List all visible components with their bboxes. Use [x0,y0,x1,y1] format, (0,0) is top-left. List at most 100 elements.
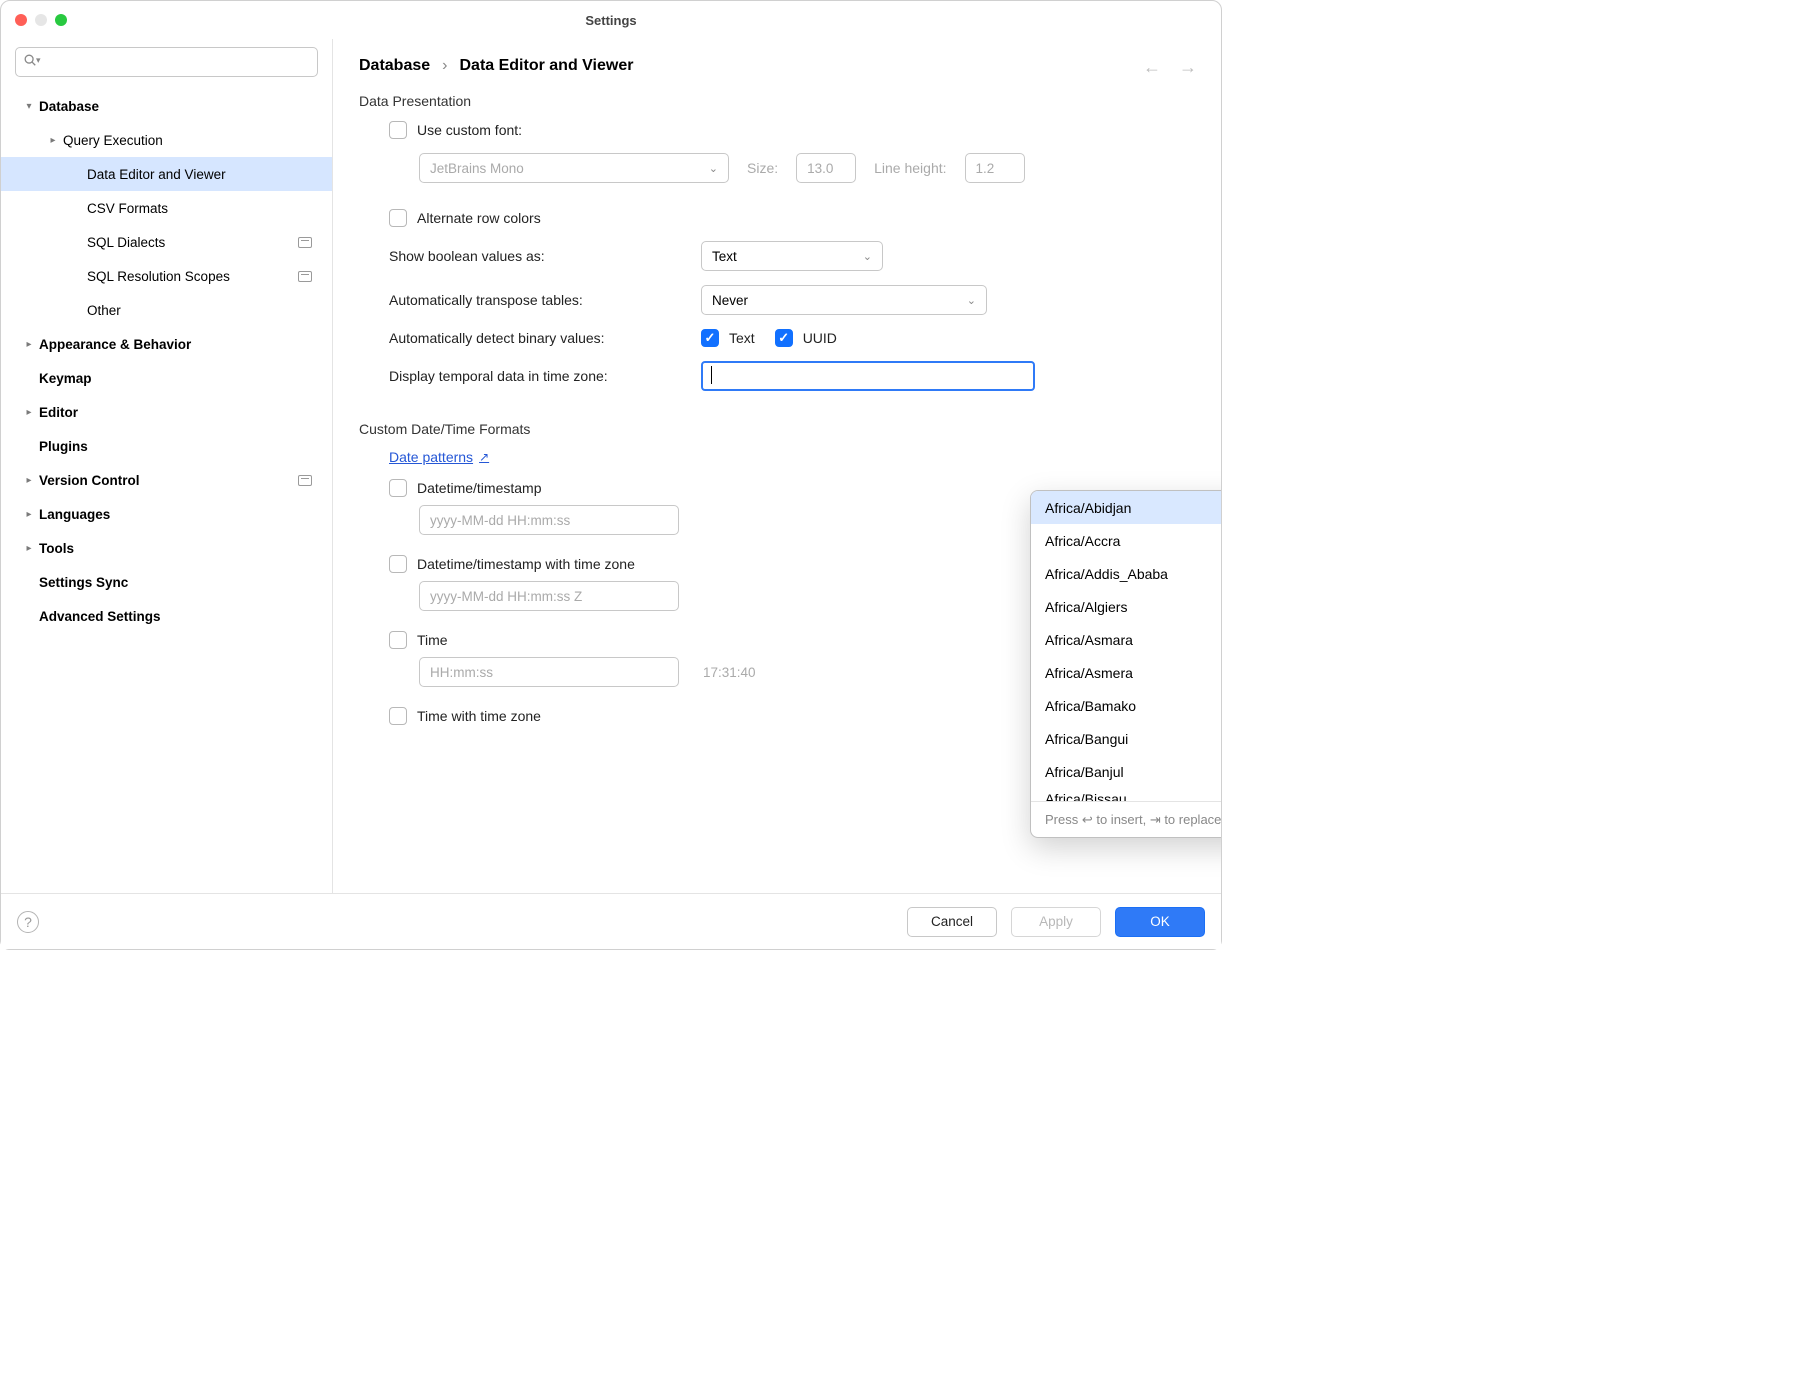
show-boolean-select[interactable]: Text ⌄ [701,241,883,271]
settings-tree: ▾Database▸Query Execution Data Editor and… [1,85,332,893]
format-pattern-input[interactable]: yyyy-MM-dd HH:mm:ss Z [419,581,679,611]
window-controls [15,14,67,26]
sidebar-item-version-control[interactable]: ▸Version Control [1,463,332,497]
disclosure-arrow-icon: ▸ [21,475,37,486]
breadcrumb: Database › Data Editor and Viewer [359,57,1195,75]
disclosure-arrow-icon: ▸ [21,407,37,418]
sidebar-item-label: Settings Sync [37,575,128,590]
show-boolean-label: Show boolean values as: [389,248,701,264]
sidebar-item-label: Keymap [37,371,92,386]
sidebar-item-label: Appearance & Behavior [37,337,191,352]
format-checkbox[interactable] [389,707,407,725]
timezone-option[interactable]: Africa/Bamako [1031,689,1221,722]
sidebar-item-sql-resolution-scopes[interactable]: SQL Resolution Scopes [1,259,332,293]
sidebar-item-editor[interactable]: ▸Editor [1,395,332,429]
back-button[interactable]: ← [1143,57,1161,78]
sidebar-item-label: Plugins [37,439,88,454]
sidebar-item-languages[interactable]: ▸Languages [1,497,332,531]
titlebar: Settings [1,1,1221,39]
search-icon: ▾ [23,53,41,67]
cancel-button[interactable]: Cancel [907,907,997,937]
breadcrumb-root[interactable]: Database [359,57,430,75]
timezone-option[interactable]: Africa/Bangui [1031,722,1221,755]
transpose-select[interactable]: Never ⌄ [701,285,987,315]
help-button[interactable]: ? [17,911,39,933]
sidebar-item-label: CSV Formats [85,201,168,216]
use-custom-font-label: Use custom font: [417,122,522,138]
ok-button[interactable]: OK [1115,907,1205,937]
timezone-option[interactable]: Africa/Asmara [1031,623,1221,656]
scope-indicator-icon [298,475,312,486]
sidebar-item-other[interactable]: Other [1,293,332,327]
detect-binary-label: Automatically detect binary values: [389,330,701,346]
sidebar-item-settings-sync[interactable]: Settings Sync [1,565,332,599]
scope-indicator-icon [298,271,312,282]
timezone-option[interactable]: Africa/Addis_Ababa [1031,557,1221,590]
sidebar-item-query-execution[interactable]: ▸Query Execution [1,123,332,157]
sidebar-item-label: Version Control [37,473,140,488]
section-custom-formats: Custom Date/Time Formats [359,421,1195,437]
format-label: Time [417,632,448,648]
sidebar-item-label: SQL Dialects [85,235,165,250]
history-nav: ← → [1143,57,1197,78]
settings-content: ← → Database › Data Editor and Viewer Da… [333,39,1221,893]
sidebar-item-appearance-behavior[interactable]: ▸Appearance & Behavior [1,327,332,361]
text-cursor [711,366,712,384]
settings-sidebar: ▾ ▾Database▸Query Execution Data Editor a… [1,39,333,893]
dropdown-hint: Press ↩ to insert, ⇥ to replace ⋮ [1031,801,1221,837]
forward-button[interactable]: → [1179,57,1197,78]
search-input[interactable] [15,47,318,77]
breadcrumb-leaf: Data Editor and Viewer [459,57,633,75]
zoom-window-button[interactable] [55,14,67,26]
sidebar-item-plugins[interactable]: Plugins [1,429,332,463]
format-label: Datetime/timestamp [417,480,541,496]
timezone-option[interactable]: Africa/Banjul [1031,755,1221,788]
alternate-row-colors-checkbox[interactable] [389,209,407,227]
date-patterns-link[interactable]: Date patterns ↗ [389,449,489,465]
disclosure-arrow-icon: ▸ [21,543,37,554]
chevron-down-icon: ⌄ [863,250,872,263]
sidebar-item-label: Editor [37,405,78,420]
sidebar-item-label: Tools [37,541,74,556]
format-pattern-input[interactable]: HH:mm:ss [419,657,679,687]
font-size-input[interactable]: 13.0 [796,153,856,183]
sidebar-item-label: Other [85,303,121,318]
detect-uuid-checkbox[interactable] [775,329,793,347]
format-checkbox[interactable] [389,631,407,649]
sidebar-item-keymap[interactable]: Keymap [1,361,332,395]
timezone-option[interactable]: Africa/Abidjan [1031,491,1221,524]
sidebar-item-csv-formats[interactable]: CSV Formats [1,191,332,225]
timezone-option[interactable]: Africa/Asmera [1031,656,1221,689]
timezone-option[interactable]: Africa/Bissau [1031,788,1221,801]
format-checkbox[interactable] [389,479,407,497]
sidebar-item-label: Data Editor and Viewer [85,167,226,182]
sidebar-item-database[interactable]: ▾Database [1,89,332,123]
chevron-down-icon: ⌄ [967,294,976,307]
sidebar-item-sql-dialects[interactable]: SQL Dialects [1,225,332,259]
sidebar-item-tools[interactable]: ▸Tools [1,531,332,565]
use-custom-font-checkbox[interactable] [389,121,407,139]
transpose-label: Automatically transpose tables: [389,292,701,308]
minimize-window-button[interactable] [35,14,47,26]
timezone-combobox[interactable] [701,361,1035,391]
alternate-row-colors-label: Alternate row colors [417,210,541,226]
font-select[interactable]: JetBrains Mono ⌄ [419,153,729,183]
format-preview: 17:31:40 [703,665,756,680]
sidebar-item-label: Database [37,99,99,114]
format-pattern-input[interactable]: yyyy-MM-dd HH:mm:ss [419,505,679,535]
detect-text-checkbox[interactable] [701,329,719,347]
section-data-presentation: Data Presentation [359,93,1195,109]
line-height-label: Line height: [874,160,946,176]
timezone-option[interactable]: Africa/Algiers [1031,590,1221,623]
detect-uuid-label: UUID [803,330,837,346]
window-title: Settings [1,13,1221,28]
sidebar-item-data-editor-and-viewer[interactable]: Data Editor and Viewer [1,157,332,191]
format-label: Datetime/timestamp with time zone [417,556,635,572]
apply-button[interactable]: Apply [1011,907,1101,937]
timezone-option[interactable]: Africa/Accra [1031,524,1221,557]
sidebar-item-advanced-settings[interactable]: Advanced Settings [1,599,332,633]
format-checkbox[interactable] [389,555,407,573]
close-window-button[interactable] [15,14,27,26]
line-height-input[interactable]: 1.2 [965,153,1025,183]
chevron-down-icon: ⌄ [709,162,718,175]
